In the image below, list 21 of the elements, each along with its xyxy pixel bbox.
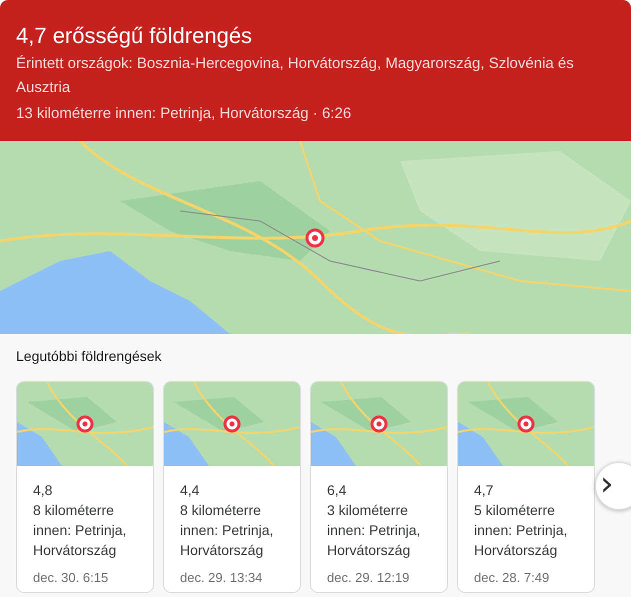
magnitude: 4,4 xyxy=(180,481,200,500)
earthquake-card[interactable]: 6,4 3 kilométerre innen: Petrinja, Horvátország dec. 29. 12:19 xyxy=(310,381,448,593)
date-text: dec. 28. 7:49 xyxy=(474,569,550,587)
section-title: Legutóbbi földrengések xyxy=(16,348,163,364)
date-text: dec. 30. 6:15 xyxy=(33,569,110,587)
magnitude: 4,7 xyxy=(474,481,494,500)
magnitude: 4,8 xyxy=(33,481,54,500)
magnitude: 6,4 xyxy=(327,481,348,500)
earthquake-card[interactable]: 4,8 8 kilométerre innen: Petrinja, Horvátország dec. 30. 6:15 xyxy=(16,381,154,593)
earthquake-card[interactable]: 4,7 5 kilométerre innen: Petrinja, Horvátország dec. 28. 7:49 xyxy=(457,381,595,593)
distance-text: 8 kilométerre innen: Petrinja, Horvátország xyxy=(180,501,274,560)
date-text: dec. 29. 13:34 xyxy=(180,569,264,587)
location-text: 13 kilométerre innen: Petrinja, Horvátország · 6:26 xyxy=(16,104,352,124)
distance-text: 5 kilométerre innen: Petrinja, Horvátország xyxy=(474,501,568,560)
distance-text: 3 kilométerre innen: Petrinja, Horvátország xyxy=(327,501,422,560)
distance-text: 8 kilométerre innen: Petrinja, Horvátország xyxy=(33,501,128,560)
earthquake-card[interactable]: 4,4 8 kilométerre innen: Petrinja, Horvátország dec. 29. 13:34 xyxy=(163,381,301,593)
affected-countries: Érintett országok: Bosznia-Hercegovina, Horvátország, Magyarország, Szlovénia és Ausztria xyxy=(16,54,575,98)
earthquake-title: 4,7 erősségű földrengés xyxy=(16,22,254,50)
date-text: dec. 29. 12:19 xyxy=(327,569,410,587)
next-button[interactable]: › xyxy=(595,462,631,510)
